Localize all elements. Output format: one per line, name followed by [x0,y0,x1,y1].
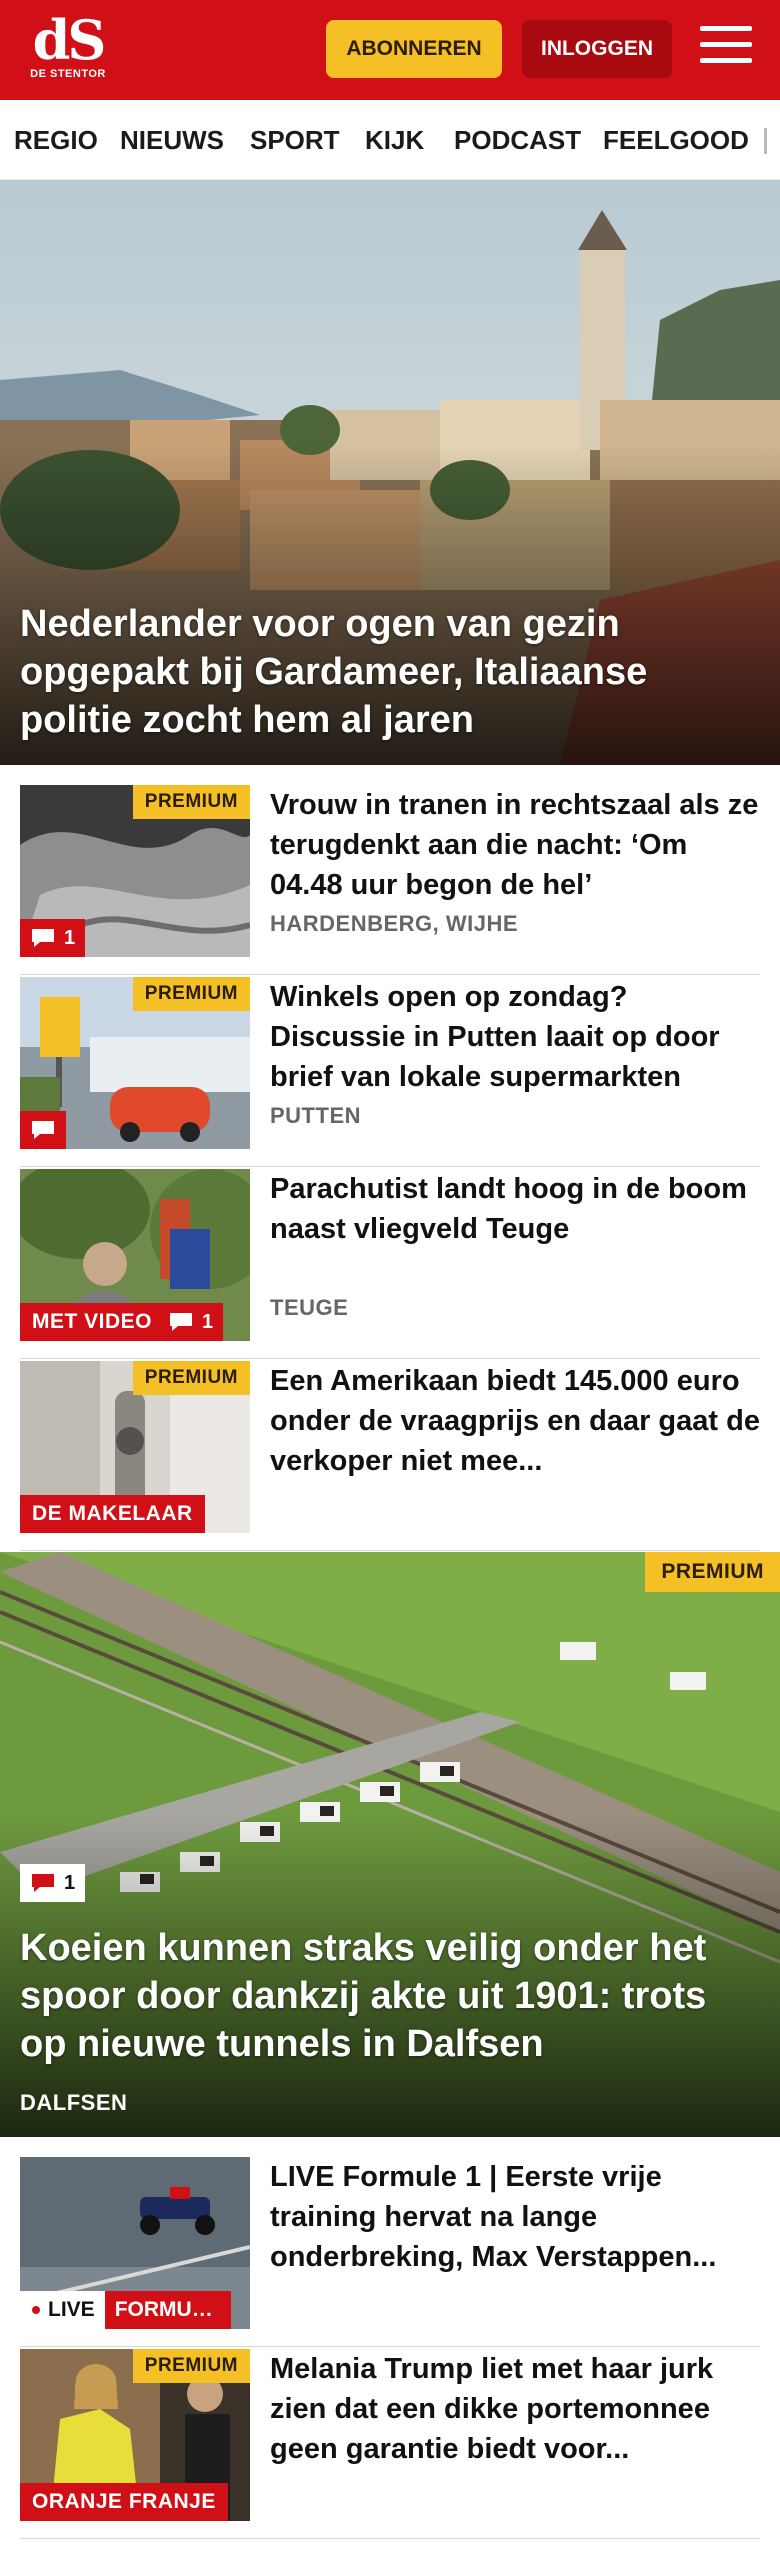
live-dot-icon [32,2306,40,2314]
feature-location: DALFSEN [20,2090,128,2115]
article-location: PUTTEN [270,1103,361,1128]
login-button[interactable]: INLOGGEN [522,20,672,78]
article-item[interactable]: LIVE FORMULE 1 LIVE Formule 1 | Eerste v… [20,2157,760,2347]
comment-icon [32,929,54,947]
nav-item-sport[interactable]: SPORT [250,100,340,179]
comment-icon [170,1313,192,1331]
menu-icon[interactable] [700,26,752,70]
logo-mark: dS [32,8,107,72]
article-title: Parachutist landt hoog in de boom naast … [270,1173,747,1245]
comment-count[interactable]: 1 [20,919,86,957]
feature-article[interactable]: PREMIUM 1 Koeien kunnen straks veilig on… [0,1552,780,2137]
hero-article[interactable]: Nederlander voor ogen van gezin opgepakt… [0,180,780,765]
premium-badge: PREMIUM [132,2349,250,2383]
site-logo[interactable]: dS DE STENTOR [28,12,108,92]
article-thumbnail: PREMIUM [20,977,250,1149]
article-title: Melania Trump liet met haar jurk zien da… [270,2353,714,2465]
comment-count-value: 1 [202,1310,214,1333]
article-thumbnail: LIVE FORMULE 1 [20,2157,250,2329]
comment-count[interactable]: 1 [158,1303,224,1341]
comment-count[interactable] [20,1111,66,1149]
nav-item-kijk[interactable]: KIJK [365,100,424,179]
nav-overflow-indicator [764,128,767,154]
top-bar: dS DE STENTOR ABONNEREN INLOGGEN [0,0,780,100]
article-title: Winkels open op zondag? Discussie in Put… [270,981,720,1093]
comment-count-value: 1 [64,1871,76,1894]
section-tag: DE MAKELAAR [20,1495,205,1533]
article-location: TEUGE [270,1295,349,1320]
article-title: LIVE Formule 1 | Eerste vrije training h… [270,2161,717,2273]
logo-subtitle: DE STENTOR [30,68,106,80]
article-title: Vrouw in tranen in rechtszaal als ze ter… [270,789,759,901]
premium-badge: PREMIUM [132,977,250,1011]
article-thumbnail: PREMIUM DE MAKELAAR [20,1361,250,1533]
comment-icon [32,1874,54,1892]
article-item[interactable]: PREMIUM ORANJE FRANJE Melania Trump liet… [20,2349,760,2539]
nav-item-regio[interactable]: REGIO [14,100,98,179]
video-tag: MET VIDEO [20,1303,165,1341]
comment-count-value: 1 [64,926,76,949]
article-item[interactable]: PREMIUM DE MAKELAAR Een Amerikaan biedt … [20,1361,760,1551]
premium-badge: PREMIUM [645,1552,780,1592]
article-item[interactable]: PREMIUM 1 Vrouw in tranen in rechtszaal … [20,785,760,975]
article-thumbnail: MET VIDEO 1 [20,1169,250,1341]
section-nav: REGIO NIEUWS SPORT KIJK PODCAST FEELGOOD [0,100,780,180]
subscribe-button[interactable]: ABONNEREN [326,20,502,78]
section-tag: FORMULE 1 [104,2291,231,2329]
comment-count[interactable]: 1 [20,1864,86,1902]
nav-item-podcast[interactable]: PODCAST [454,100,581,179]
comment-icon [32,1121,54,1139]
article-title: Een Amerikaan biedt 145.000 euro onder d… [270,1365,760,1477]
live-tag: LIVE FORMULE 1 [20,2291,231,2329]
article-thumbnail: PREMIUM 1 [20,785,250,957]
hero-title: Nederlander voor ogen van gezin opgepakt… [20,603,648,741]
premium-badge: PREMIUM [132,1361,250,1395]
article-item[interactable]: MET VIDEO 1 Parachutist landt hoog in de… [20,1169,760,1359]
live-label: LIVE [48,2298,95,2321]
nav-item-nieuws[interactable]: NIEUWS [120,100,224,179]
premium-badge: PREMIUM [132,785,250,819]
article-location: HARDENBERG, WIJHE [270,911,519,936]
article-thumbnail: PREMIUM ORANJE FRANJE [20,2349,250,2521]
article-item[interactable]: PREMIUM Winkels open op zondag? Discussi… [20,977,760,1167]
feature-title: Koeien kunnen straks veilig onder het sp… [20,1927,707,2065]
nav-item-feelgood[interactable]: FEELGOOD [603,100,749,179]
section-tag: ORANJE FRANJE [20,2483,228,2521]
